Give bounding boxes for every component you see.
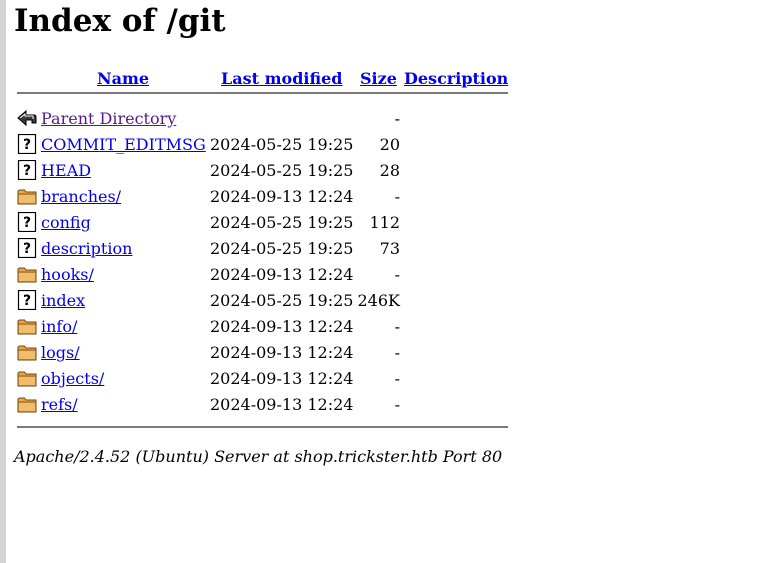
listing-row-info: info/2024-09-13 12:24 - [17, 314, 508, 340]
entry-size: 246K [357, 291, 401, 310]
entry-size: - [394, 317, 400, 336]
entry-size: 28 [379, 161, 400, 180]
entry-size: 20 [379, 135, 400, 154]
entry-date: 2024-05-25 19:25 [210, 213, 354, 232]
entry-size: - [394, 343, 400, 362]
entry-link-config[interactable]: config [41, 213, 91, 232]
entry-date: 2024-05-25 19:25 [210, 135, 354, 154]
sort-by-last-modified-link[interactable]: Last modified [221, 69, 342, 88]
entry-size: - [394, 395, 400, 414]
entry-size: - [394, 265, 400, 284]
listing-row-head: ? HEAD 2024-05-25 19:25 28 [17, 158, 508, 184]
sort-by-name-link[interactable]: Name [97, 69, 149, 88]
file-listing: Name Last modified Size Description Pare… [17, 64, 508, 428]
entry-link-refs[interactable]: refs/ [41, 395, 78, 414]
entry-date: 2024-09-13 12:24 [210, 343, 354, 362]
listing-row-objects: objects/2024-09-13 12:24 - [17, 366, 508, 392]
entry-date: 2024-09-13 12:24 [210, 317, 354, 336]
footer-divider [17, 426, 508, 428]
entry-date: 2024-05-25 19:25 [210, 239, 354, 258]
svg-text:?: ? [23, 137, 31, 153]
svg-text:?: ? [23, 293, 31, 309]
entry-date: 2024-09-13 12:24 [210, 187, 354, 206]
listing-rows: Parent Directory -? COMMIT_EDITMSG 2024-05-… [17, 106, 508, 418]
entry-date: 2024-05-25 19:25 [210, 161, 354, 180]
listing-row-parent-directory: Parent Directory - [17, 106, 508, 132]
unknown-file-icon: ? [17, 159, 37, 181]
header-divider [17, 92, 508, 94]
entry-size: - [394, 109, 400, 128]
folder-icon [17, 186, 37, 206]
listing-row-refs: refs/2024-09-13 12:24 - [17, 392, 508, 418]
listing-row-config: ? config 2024-05-25 19:25 112 [17, 210, 508, 236]
entry-link-index[interactable]: index [41, 291, 85, 310]
entry-link-description[interactable]: description [41, 239, 132, 258]
entry-size: 112 [369, 213, 400, 232]
server-signature: Apache/2.4.52 (Ubuntu) Server at shop.tr… [14, 447, 503, 466]
svg-text:?: ? [23, 163, 31, 179]
entry-date: 2024-09-13 12:24 [210, 395, 354, 414]
entry-link-commit-editmsg[interactable]: COMMIT_EDITMSG [41, 135, 206, 154]
entry-link-hooks[interactable]: hooks/ [41, 265, 94, 284]
unknown-file-icon: ? [17, 289, 37, 311]
listing-row-logs: logs/2024-09-13 12:24 - [17, 340, 508, 366]
listing-row-branches: branches/2024-09-13 12:24 - [17, 184, 508, 210]
folder-icon [17, 368, 37, 388]
folder-icon [17, 342, 37, 362]
entry-link-info[interactable]: info/ [41, 317, 77, 336]
entry-size: - [394, 187, 400, 206]
entry-link-objects[interactable]: objects/ [41, 369, 104, 388]
entry-date: 2024-09-13 12:24 [210, 265, 354, 284]
entry-size: 73 [379, 239, 400, 258]
sort-by-size-link[interactable]: Size [360, 69, 397, 88]
folder-icon [17, 316, 37, 336]
entry-date: 2024-05-25 19:25 [210, 291, 354, 310]
listing-row-hooks: hooks/2024-09-13 12:24 - [17, 262, 508, 288]
svg-text:?: ? [23, 215, 31, 231]
listing-row-index: ? index 2024-05-25 19:25 246K [17, 288, 508, 314]
entry-link-head[interactable]: HEAD [41, 161, 91, 180]
entry-link-parent-directory[interactable]: Parent Directory [41, 109, 176, 128]
entry-link-branches[interactable]: branches/ [41, 187, 121, 206]
back-icon [17, 108, 37, 128]
unknown-file-icon: ? [17, 211, 37, 233]
unknown-file-icon: ? [17, 133, 37, 155]
entry-date: 2024-09-13 12:24 [210, 369, 354, 388]
folder-icon [17, 394, 37, 414]
unknown-file-icon: ? [17, 237, 37, 259]
sort-by-description-link[interactable]: Description [404, 69, 508, 88]
listing-row-description: ? description 2024-05-25 19:25 73 [17, 236, 508, 262]
folder-icon [17, 264, 37, 284]
svg-text:?: ? [23, 241, 31, 257]
left-edge-bar [0, 0, 6, 563]
listing-row-commit-editmsg: ? COMMIT_EDITMSG 2024-05-25 19:25 20 [17, 132, 508, 158]
entry-link-logs[interactable]: logs/ [41, 343, 80, 362]
entry-size: - [394, 369, 400, 388]
listing-header: Name Last modified Size Description [17, 64, 508, 92]
page-title: Index of /git [14, 3, 226, 39]
